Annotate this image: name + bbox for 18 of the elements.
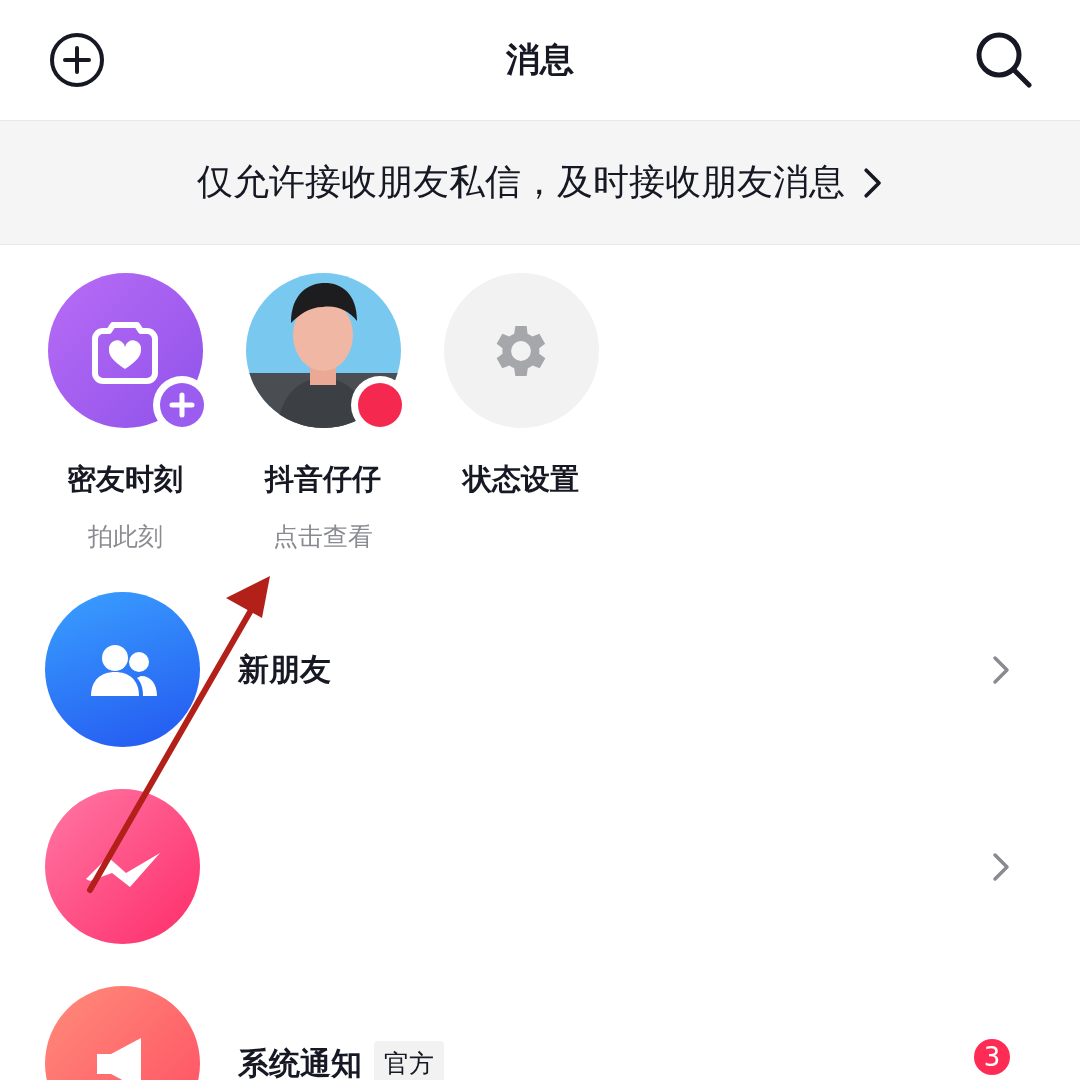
conversation-title[interactable]: 新朋友	[238, 648, 331, 691]
chevron-right-icon	[992, 654, 1010, 685]
story-caption: 点击查看	[273, 521, 373, 553]
official-tag: 官方	[374, 1041, 444, 1080]
unread-count: 3	[974, 1038, 1010, 1075]
plus-icon[interactable]	[159, 383, 204, 427]
story-name: 抖音仔仔	[265, 461, 381, 498]
privacy-banner[interactable]: 仅允许接收朋友私信，及时接收朋友消息	[0, 120, 1080, 245]
story-caption: 拍此刻	[87, 521, 163, 553]
search-button[interactable]	[974, 30, 1034, 90]
chevron-right-icon	[863, 166, 883, 199]
add-button[interactable]	[48, 31, 106, 89]
conversation-title[interactable]: 系统通知	[238, 1042, 362, 1080]
page-title: 消息	[506, 38, 574, 81]
story-name: 状态设置	[463, 461, 579, 498]
chevron-right-icon	[992, 851, 1010, 882]
story-name: 密友时刻	[67, 461, 183, 498]
status-dot-icon	[357, 383, 402, 427]
